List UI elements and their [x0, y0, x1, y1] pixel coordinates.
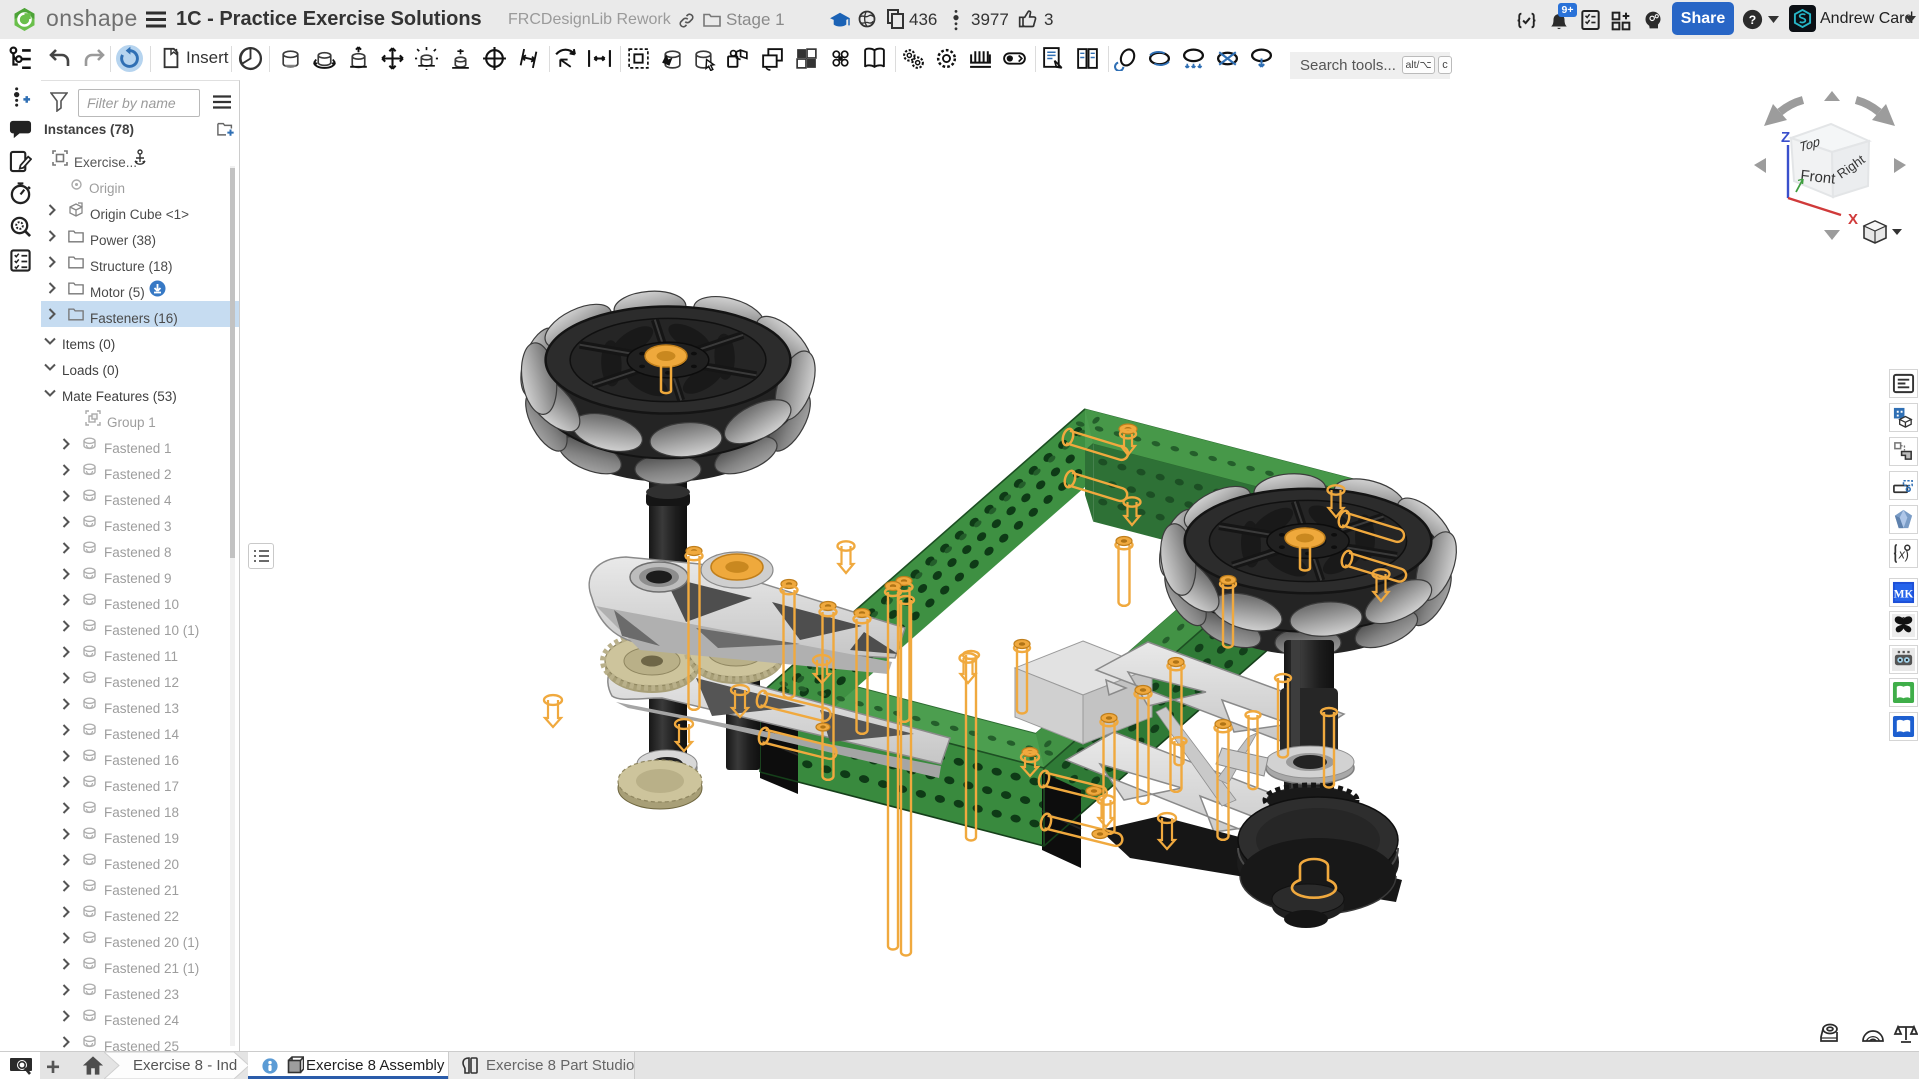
svg-text:Z: Z: [1781, 129, 1790, 146]
svg-text:MK: MK: [1894, 588, 1914, 600]
svg-text:?: ?: [1749, 13, 1756, 27]
svg-text:X: X: [1848, 211, 1858, 228]
